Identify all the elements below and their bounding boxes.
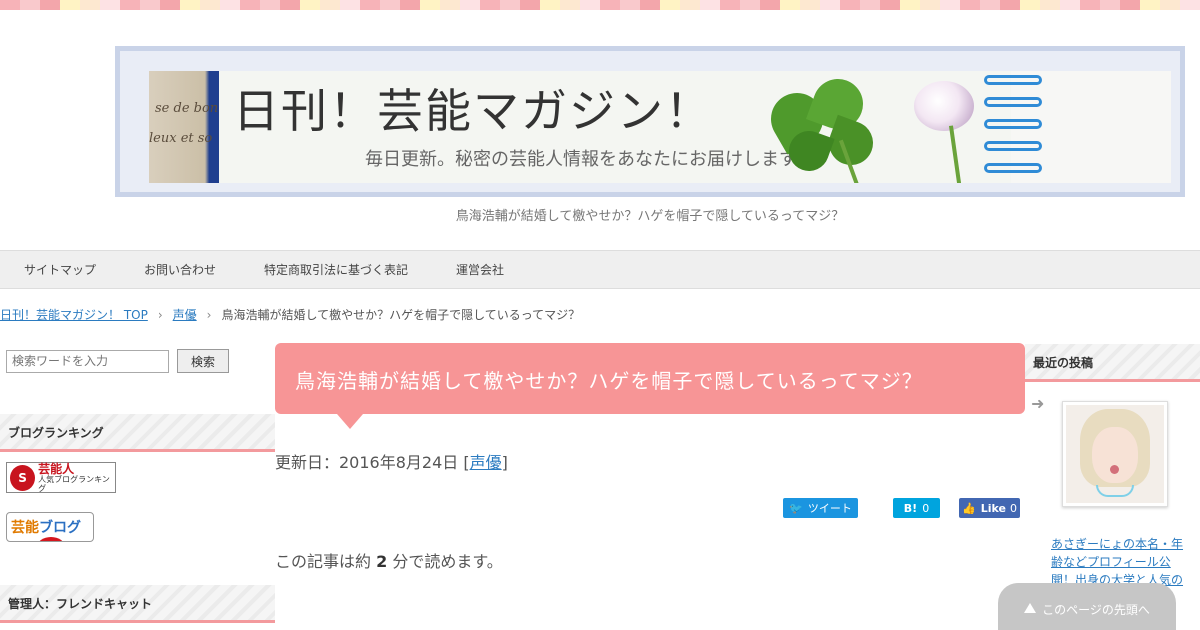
top-stripe	[0, 0, 1200, 10]
ranking-badge-geinoujin[interactable]: S 芸能人 人気ブログランキング	[6, 462, 116, 493]
speech-tail	[337, 414, 363, 429]
hatena-b-icon: B!	[903, 501, 918, 515]
ranking-badge-geinou-blog[interactable]: 芸能ブログ	[6, 512, 94, 542]
breadcrumb: 日刊！芸能マガジン！ TOP › 声優 › 鳥海浩輔が結婚して檄やせか？ハゲを帽…	[0, 306, 580, 323]
recent-post-link[interactable]: あさぎーにょの本名・年齢などプロフィール公開！出身の大学と人気の	[1051, 535, 1191, 589]
flower-image	[914, 81, 974, 131]
ranking-badge-2-mark	[37, 537, 65, 541]
search-button[interactable]: 検索	[177, 349, 229, 373]
breadcrumb-home[interactable]: 日刊！芸能マガジン！ TOP	[0, 306, 148, 323]
triangle-up-icon	[1024, 603, 1037, 613]
nav-contact[interactable]: お問い合わせ	[144, 261, 216, 278]
nav-legal-notice[interactable]: 特定商取引法に基づく表記	[264, 261, 408, 278]
search-form: 検索	[6, 349, 229, 373]
post-title-box: 鳥海浩輔が結婚して檄やせか？ハゲを帽子で隠しているってマジ？	[275, 343, 1025, 429]
book-image	[149, 71, 219, 183]
twitter-bird-icon: 🐦	[789, 501, 803, 515]
thumbs-up-icon: 👍	[962, 501, 976, 515]
site-subtitle: 毎日更新。秘密の芸能人情報をあなたにお届けします。	[365, 149, 814, 170]
post-category-link[interactable]: 声優	[470, 453, 502, 472]
breadcrumb-current: 鳥海浩輔が結婚して檄やせか？ハゲを帽子で隠しているってマジ？	[221, 308, 581, 322]
breadcrumb-category[interactable]: 声優	[173, 306, 197, 323]
ranking-badge-2-text: 芸能ブログ	[11, 520, 81, 536]
global-nav: サイトマップ お問い合わせ 特定商取引法に基づく表記 運営会社	[0, 250, 1200, 289]
site-title: 日刊！芸能マガジン！	[233, 84, 713, 138]
ranking-badge-title: 芸能人	[38, 461, 75, 476]
nav-sitemap[interactable]: サイトマップ	[24, 261, 96, 278]
back-to-top-button[interactable]: このページの先頭へ	[998, 583, 1176, 630]
read-time: この記事は約 2 分で読めます。	[275, 552, 503, 571]
admin-heading: 管理人：フレンドキャット	[0, 585, 275, 623]
site-tagline: 鳥海浩輔が結婚して檄やせか？ハゲを帽子で隠しているってマジ？	[455, 209, 845, 224]
search-input[interactable]	[6, 349, 169, 373]
arrow-right-icon: ➜	[1031, 394, 1045, 413]
chevron-right-icon: ›	[206, 307, 212, 322]
tweet-button[interactable]: 🐦 ツイート	[783, 498, 858, 518]
hatena-bookmark-button[interactable]: B! 0	[893, 498, 940, 518]
nav-company[interactable]: 運営会社	[456, 261, 504, 278]
facebook-like-button[interactable]: 👍 Like 0	[959, 498, 1020, 518]
notebook-spiral	[984, 71, 1044, 183]
recent-posts-heading: 最近の投稿	[1025, 344, 1200, 382]
ranking-logo-icon: S	[10, 464, 36, 491]
post-title: 鳥海浩輔が結婚して檄やせか？ハゲを帽子で隠しているってマジ？	[295, 369, 923, 393]
ranking-heading: ブログランキング	[0, 414, 275, 452]
back-to-top-label: このページの先頭へ	[1042, 603, 1150, 617]
chevron-right-icon: ›	[157, 307, 163, 322]
recent-post-thumbnail[interactable]	[1062, 401, 1168, 507]
ranking-badge-subtitle: 人気ブログランキング	[38, 474, 110, 493]
post-updated: 更新日：2016年8月24日 [声優]	[275, 453, 508, 472]
site-banner[interactable]: se de bon leux et so 日刊！芸能マガジン！ 毎日更新。秘密の…	[115, 46, 1185, 197]
